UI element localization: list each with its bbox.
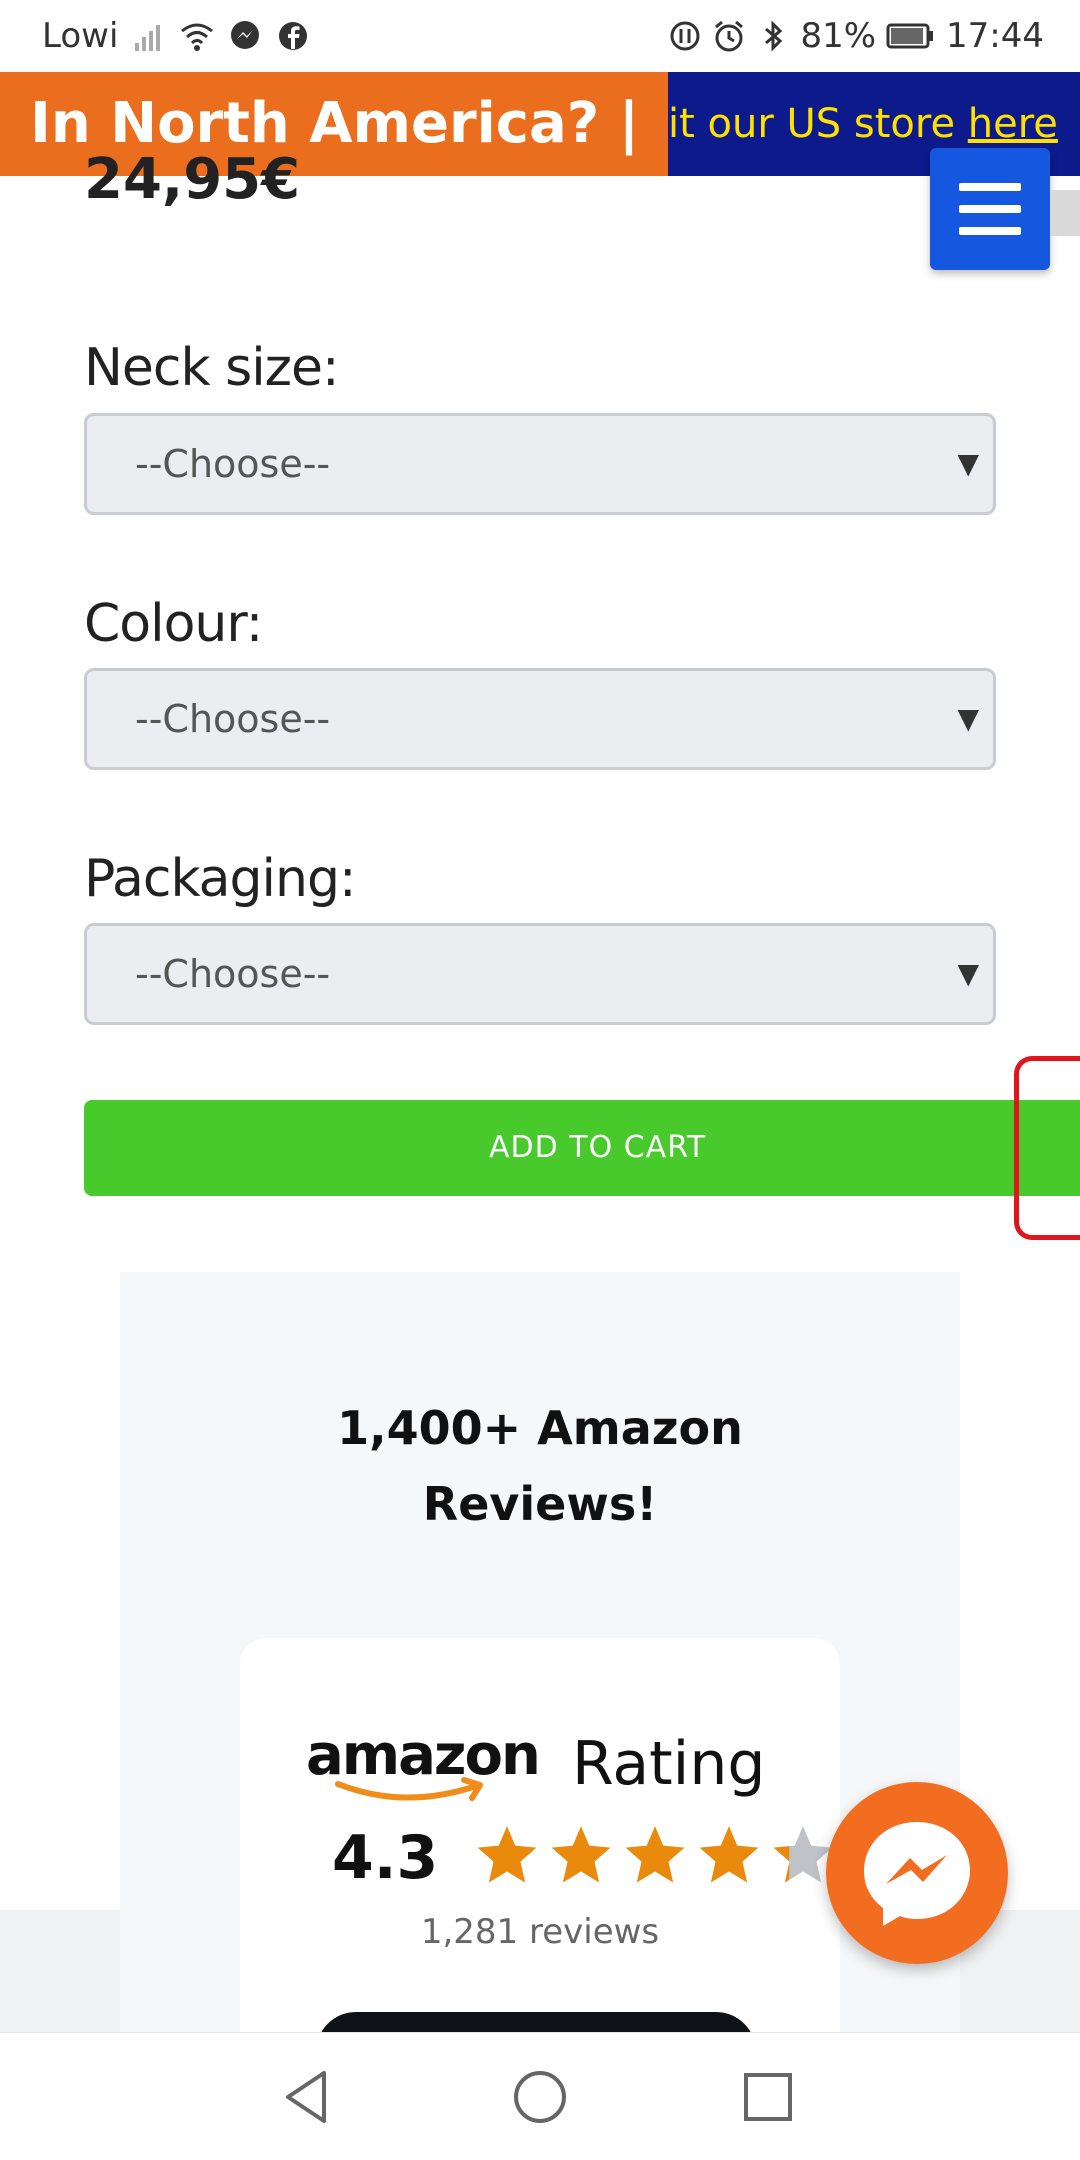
neck-size-value: --Choose-- [135,442,331,486]
amazon-logo: amazon [306,1726,541,1810]
colour-value: --Choose-- [135,697,331,741]
battery-percent: 81% [800,16,877,56]
review-count: 1,281 reviews [420,1912,660,1952]
carrier-name: Lowi [42,16,119,56]
menu-button[interactable] [930,148,1050,270]
back-icon[interactable] [272,2061,344,2133]
status-bar: Lowi 81% 17:44 [0,0,1080,72]
colour-select[interactable]: --Choose-- ▼ [84,668,996,770]
reviews-heading-line1: 1,400+ Amazon [337,1401,743,1455]
facebook-notification-icon [279,22,308,50]
rating-value: 4.3 [332,1823,439,1893]
clock: 17:44 [946,16,1044,56]
colour-label: Colour: [84,594,263,654]
home-icon[interactable] [504,2061,576,2133]
battery-icon [886,23,934,49]
us-store-link[interactable]: here [968,101,1058,147]
messenger-notification-icon [231,21,260,49]
product-price: 24,95€ [84,150,301,210]
star-icon [625,1826,685,1883]
reviews-heading-line2: Reviews! [422,1477,658,1531]
signal-icon [135,25,161,51]
neck-size-select[interactable]: --Choose-- ▼ [84,413,996,515]
dropdown-arrow-icon: ▼ [957,957,979,990]
amazon-smile-icon [335,1777,483,1801]
dropdown-arrow-icon: ▼ [957,447,979,480]
hamburger-menu-icon [959,183,1021,191]
star-icon [699,1826,759,1883]
packaging-select[interactable]: --Choose-- ▼ [84,923,996,1025]
wifi-icon [181,23,214,51]
neck-size-label: Neck size: [84,338,339,398]
star-icon [477,1826,537,1883]
navigation-bar [0,2032,1080,2160]
rating-label: Rating [572,1729,766,1799]
dropdown-arrow-icon: ▼ [957,702,979,735]
reviews-heading: 1,400+ Amazon Reviews! [120,1390,960,1542]
messenger-icon [864,1822,970,1926]
bluetooth-icon [765,20,783,52]
edge-tab [1050,190,1080,236]
packaging-value: --Choose-- [135,952,331,996]
alarm-icon [715,20,744,52]
recents-icon[interactable] [732,2061,804,2133]
messenger-chat-button[interactable] [826,1782,1008,1964]
highlight-marker [1014,1056,1080,1240]
star-rating [474,1822,836,1888]
add-to-cart-button[interactable]: ADD TO CART [84,1100,1080,1196]
data-saver-icon [670,21,700,51]
star-icon [551,1826,611,1883]
packaging-label: Packaging: [84,849,356,909]
promo-banner-text: it our US store [668,101,968,147]
